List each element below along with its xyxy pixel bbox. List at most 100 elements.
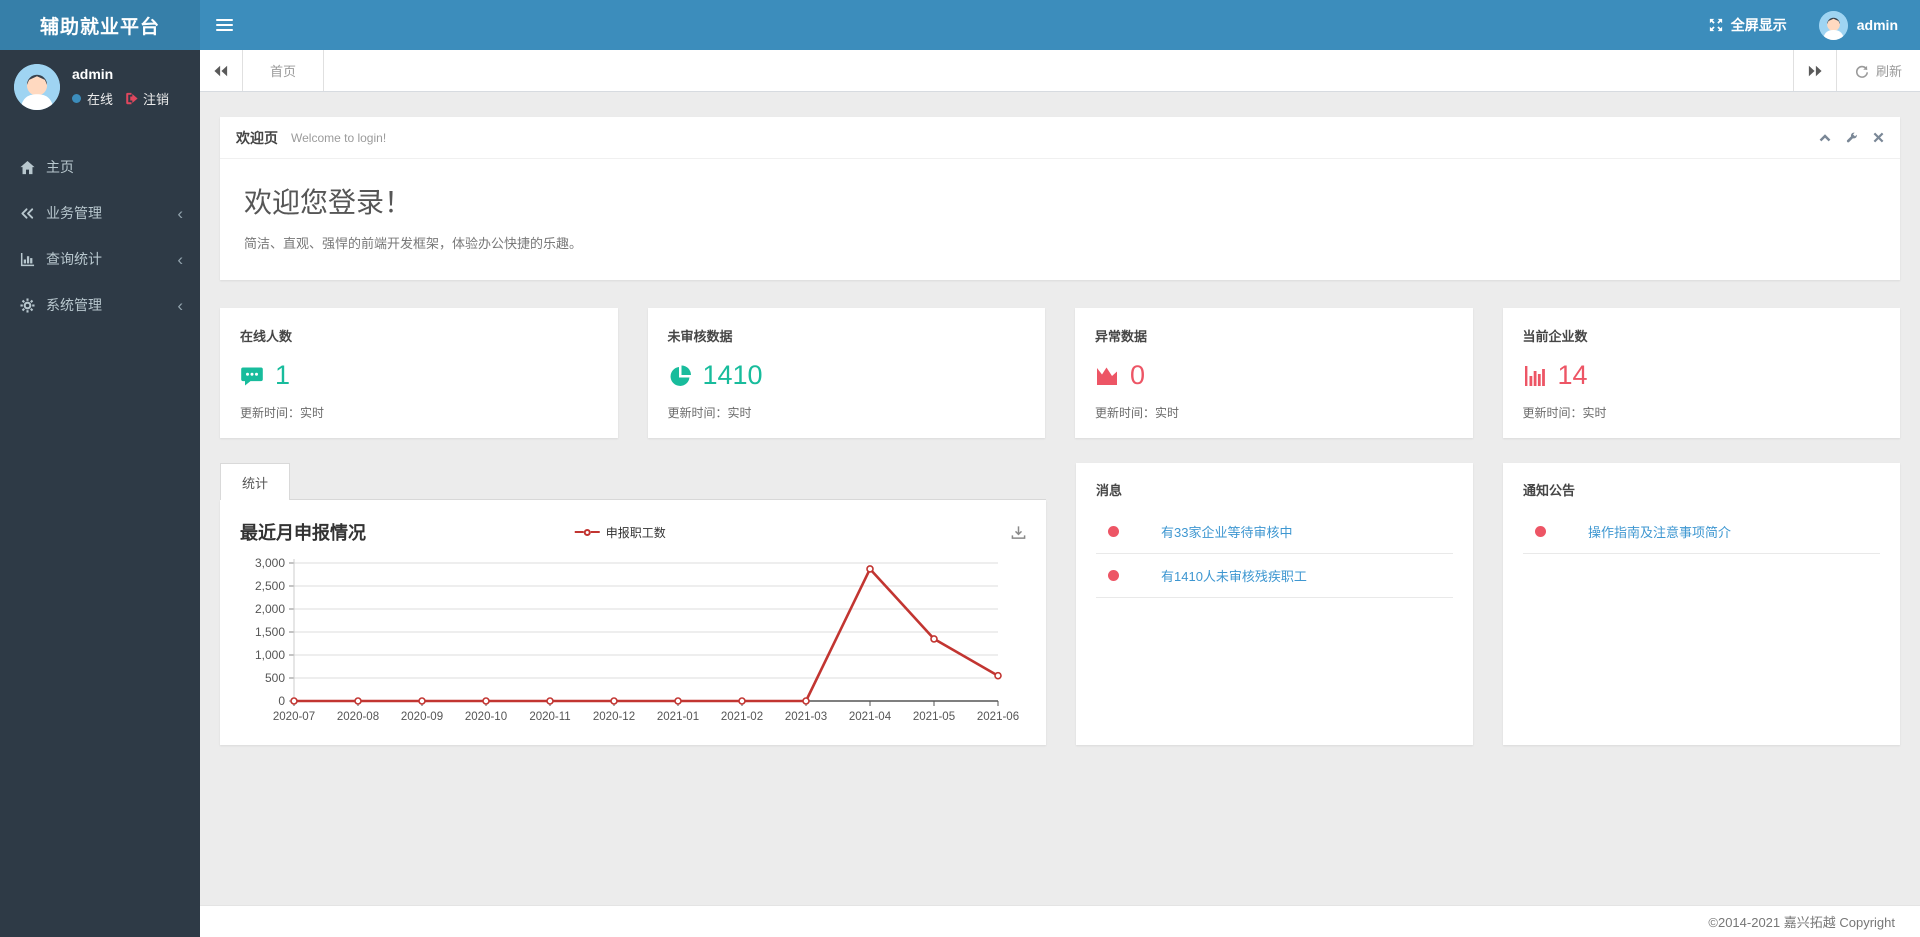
list-item: 有1410人未审核残疾职工 (1096, 554, 1453, 598)
list-item: 有33家企业等待审核中 (1096, 510, 1453, 554)
sidebar-username: admin (72, 66, 114, 82)
tab-bar: 首页 刷新 (200, 50, 1920, 92)
fullscreen-button[interactable]: 全屏显示 (1691, 0, 1805, 50)
wrench-icon (1846, 132, 1858, 144)
legend-series-label: 申报职工数 (605, 525, 666, 540)
close-icon (1873, 132, 1884, 143)
notices-title: 通知公告 (1523, 483, 1576, 498)
chart-legend[interactable]: 申报职工数 (574, 524, 666, 541)
stat-card-value: 0 (1130, 360, 1146, 390)
stat-card-updated: 更新时间：实时 (1522, 406, 1607, 420)
red-dot-icon (1108, 526, 1119, 537)
chart-title: 最近月申报情况 (240, 523, 366, 543)
sidebar: admin 在线 注销 主页 业务管理 ‹ 查询统计 ‹ 系统管理 ‹ (0, 50, 200, 937)
sidebar-avatar (14, 64, 60, 110)
sidebar-item-home[interactable]: 主页 (0, 144, 200, 190)
close-panel-button[interactable] (1873, 132, 1884, 143)
gear-icon (17, 297, 37, 313)
svg-text:2020-07: 2020-07 (273, 711, 315, 723)
messages-panel: 消息 有33家企业等待审核中 有1410人未审核残疾职工 (1076, 463, 1473, 745)
header-username: admin (1856, 17, 1898, 33)
tab-home-label: 首页 (270, 64, 297, 79)
online-status-icon (72, 94, 81, 103)
user-avatar (1818, 10, 1848, 40)
welcome-subtitle: Welcome to login! (291, 130, 387, 145)
chart-panel-body: 最近月申报情况 申报职工数 0 500 1,000 1,500 2,000 2,500 3,… (220, 500, 1046, 745)
svg-text:2020-08: 2020-08 (337, 711, 379, 723)
stat-card-updated: 更新时间：实时 (667, 406, 752, 420)
tabs-scroll-left-button[interactable] (200, 50, 243, 91)
sidebar-item-system[interactable]: 系统管理 ‹ (0, 282, 200, 328)
stat-card-title: 异常数据 (1095, 329, 1148, 344)
bar-chart-icon (17, 252, 37, 267)
bars-icon (1523, 364, 1547, 388)
welcome-panel-body: 欢迎您登录！ 简洁、直观、强悍的前端开发框架，体验办公快捷的乐趣。 (220, 159, 1900, 280)
svg-text:2021-06: 2021-06 (977, 711, 1019, 723)
welcome-panel: 欢迎页 Welcome to login! 欢迎您登录！ 简洁、直观、强悍的前端… (220, 117, 1900, 280)
online-status-label: 在线 (87, 92, 114, 107)
tab-spacer (324, 50, 1793, 91)
svg-text:2020-09: 2020-09 (401, 711, 443, 723)
stat-card: 未审核数据 1410 更新时间：实时 (647, 308, 1045, 438)
tab-home[interactable]: 首页 (243, 50, 325, 91)
messages-title: 消息 (1096, 483, 1123, 498)
messages-link[interactable]: 有1410人未审核残疾职工 (1161, 566, 1307, 585)
stat-card-title: 未审核数据 (667, 329, 733, 344)
logout-link[interactable]: 注销 (125, 89, 169, 108)
sign-out-icon (125, 92, 138, 105)
navbar: 全屏显示 admin (200, 0, 1920, 50)
download-chart-button[interactable] (1011, 525, 1026, 540)
messages-list: 有33家企业等待审核中 有1410人未审核残疾职工 (1096, 510, 1453, 598)
main-content: 欢迎页 Welcome to login! 欢迎您登录！ 简洁、直观、强悍的前端… (200, 92, 1920, 905)
svg-text:1,500: 1,500 (255, 625, 285, 639)
download-icon (1011, 525, 1026, 540)
svg-text:2020-11: 2020-11 (529, 711, 570, 723)
red-dot-icon (1535, 526, 1546, 537)
brand-logo: 辅助就业平台 (0, 0, 200, 50)
svg-text:500: 500 (265, 671, 285, 685)
notices-panel: 通知公告 操作指南及注意事项简介 (1503, 463, 1900, 745)
dashboard-row: 统计 最近月申报情况 申报职工数 0 500 1,000 1,500 2,000… (220, 463, 1900, 745)
home-icon (17, 160, 37, 175)
stat-card-title: 在线人数 (240, 329, 293, 344)
statistics-tabs: 统计 (220, 463, 1046, 500)
tabs-scroll-right-button[interactable] (1792, 50, 1836, 91)
svg-text:2021-02: 2021-02 (721, 711, 763, 723)
notices-link[interactable]: 操作指南及注意事项简介 (1588, 522, 1731, 541)
refresh-tab-button[interactable]: 刷新 (1835, 50, 1920, 91)
svg-text:3,000: 3,000 (255, 556, 285, 570)
stat-card-updated: 更新时间：实时 (240, 406, 325, 420)
top-header: 辅助就业平台 全屏显示 admin (0, 0, 1920, 50)
svg-text:2021-03: 2021-03 (785, 711, 827, 723)
chevron-left-icon: ‹ (177, 295, 183, 315)
sidebar-user-panel: admin 在线 注销 (0, 50, 200, 122)
sidebar-item-label: 查询统计 (46, 251, 102, 267)
refresh-label: 刷新 (1875, 64, 1902, 79)
svg-text:2020-10: 2020-10 (465, 711, 507, 723)
messages-link[interactable]: 有33家企业等待审核中 (1161, 522, 1292, 541)
collapse-panel-button[interactable] (1819, 132, 1831, 144)
svg-text:2021-01: 2021-01 (657, 711, 699, 723)
sidebar-item-label: 业务管理 (46, 205, 102, 221)
sidebar-item-business[interactable]: 业务管理 ‹ (0, 190, 200, 236)
svg-text:0: 0 (278, 694, 285, 708)
settings-panel-button[interactable] (1846, 132, 1858, 144)
copyright-text: ©2014-2021 嘉兴拓越 Copyright (1708, 915, 1895, 930)
refresh-icon (1855, 64, 1869, 78)
list-item: 操作指南及注意事项简介 (1523, 510, 1880, 554)
stat-card: 在线人数 1 更新时间：实时 (220, 308, 618, 438)
comment-icon (240, 364, 264, 388)
legend-line-marker-icon (574, 528, 600, 536)
sidebar-item-statistics[interactable]: 查询统计 ‹ (0, 236, 200, 282)
svg-text:1,000: 1,000 (255, 648, 285, 662)
sidebar-toggle-button[interactable] (200, 0, 248, 50)
chevron-left-icon: ‹ (177, 203, 183, 223)
page-footer: ©2014-2021 嘉兴拓越 Copyright (200, 905, 1920, 937)
user-menu[interactable]: admin (1805, 0, 1920, 50)
tab-statistics[interactable]: 统计 (220, 463, 290, 500)
area-chart-icon (1095, 364, 1119, 388)
line-chart-plot: 0 500 1,000 1,500 2,000 2,500 3,000 2020-07 2020… (240, 553, 1026, 736)
stat-card-value: 1410 (702, 360, 763, 390)
stat-card-value: 1 (275, 360, 291, 390)
gem-icon (17, 206, 37, 221)
